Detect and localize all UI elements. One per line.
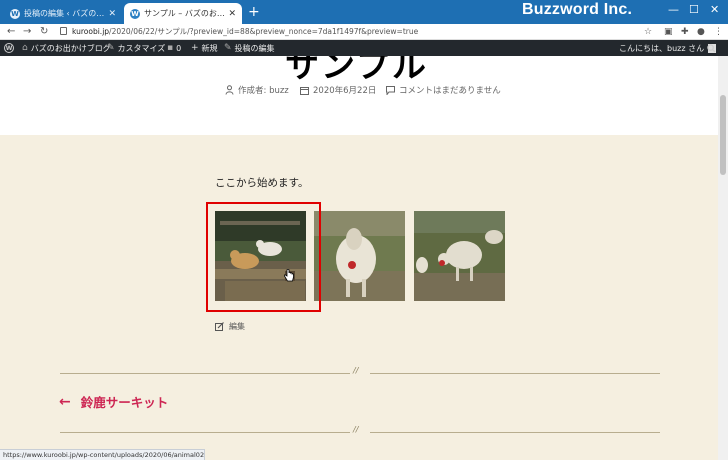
status-bar-url: https://www.kuroobi.jp/wp-content/upload… — [0, 449, 205, 460]
sheep-front-photo — [314, 211, 405, 301]
person-icon — [225, 85, 234, 95]
home-icon: ⌂ — [22, 43, 28, 53]
pencil-icon: ✎ — [224, 43, 232, 53]
comments-link[interactable]: コメントはまだありません — [399, 84, 501, 96]
post-author: 作成者: buzz — [225, 84, 289, 96]
extension-capture-icon[interactable]: ▣ — [664, 26, 673, 38]
close-window-icon[interactable]: ✕ — [710, 3, 719, 16]
profile-icon[interactable]: ● — [697, 26, 705, 38]
greeting-label: こんにちは、buzz さん — [619, 43, 705, 53]
close-tab-icon[interactable]: ✕ — [228, 9, 236, 19]
wordpress-logo-icon: W — [4, 43, 14, 53]
sheep-grazing-photo — [414, 211, 505, 301]
browser-tab-strip: W 投稿の編集 ‹ バズのお出かけブログ ✕ W サンプル – バズのお出かけブ… — [0, 0, 728, 24]
scrollbar-thumb[interactable] — [720, 95, 726, 175]
separator: // — [60, 366, 660, 379]
gallery-image-sheep-front[interactable] — [314, 211, 405, 301]
site-name-label: バズのお出かけブログ — [30, 43, 111, 53]
calendar-icon — [300, 86, 309, 95]
browser-menu-icon[interactable]: ⋮ — [714, 26, 723, 38]
comments-count: 0 — [176, 43, 182, 53]
minimize-icon[interactable]: — — [668, 3, 679, 16]
admin-edit-post[interactable]: ✎ 投稿の編集 — [224, 40, 275, 56]
admin-new[interactable]: + 新規 — [191, 40, 218, 56]
extensions-puzzle-icon[interactable]: ✚ — [681, 26, 689, 38]
tab-edit-post[interactable]: W 投稿の編集 ‹ バズのお出かけブログ ✕ — [4, 3, 122, 24]
wordpress-favicon-icon: W — [10, 8, 20, 19]
hand-cursor-icon — [284, 269, 294, 282]
tab-title: 投稿の編集 ‹ バズのお出かけブログ — [24, 9, 105, 18]
lock-icon — [60, 27, 67, 35]
close-tab-icon[interactable]: ✕ — [108, 9, 116, 19]
bookmark-star-icon[interactable]: ☆ — [644, 26, 652, 38]
edit-label: 編集 — [229, 322, 245, 331]
post-edit-link[interactable]: 編集 — [215, 321, 245, 332]
tab-preview[interactable]: W サンプル – バズのお出かけブログ ✕ — [124, 3, 242, 24]
wordpress-favicon-icon: W — [130, 8, 140, 19]
separator-mark: // — [353, 425, 359, 434]
reload-icon[interactable]: ↻ — [40, 25, 48, 39]
customize-label: カスタマイズ — [117, 43, 166, 53]
admin-search-icon[interactable] — [707, 40, 716, 56]
previous-post-link[interactable]: ← 鈴鹿サーキット — [59, 392, 168, 411]
gallery-image-sheep-grazing[interactable] — [414, 211, 505, 301]
maximize-icon[interactable]: ☐ — [689, 3, 699, 16]
left-arrow-icon: ← — [59, 393, 71, 410]
date-link[interactable]: 2020年6月22日 — [313, 84, 376, 96]
edit-pencil-icon — [215, 322, 224, 331]
edit-post-label: 投稿の編集 — [234, 43, 275, 53]
comment-bubble-icon: ▪ — [167, 43, 174, 53]
post-header: サンプル 作成者: buzz 2020年6月22日 コメントはまだありません — [0, 56, 718, 135]
plus-icon: + — [191, 43, 199, 53]
url-host: kuroobi.jp — [72, 27, 110, 36]
admin-account[interactable]: こんにちは、buzz さん — [619, 40, 717, 56]
brand-watermark: Buzzword Inc. — [522, 1, 633, 18]
browser-toolbar: ← → ↻ kuroobi.jp/2020/06/22/サンプル/?previe… — [0, 24, 728, 40]
selection-highlight — [206, 202, 321, 312]
post-lead-paragraph: ここから始めます。 — [215, 177, 309, 189]
url-path: /2020/06/22/サンプル/?preview_id=88&preview_… — [109, 27, 419, 36]
tab-title: サンプル – バズのお出かけブログ — [144, 9, 225, 18]
post-comments: コメントはまだありません — [386, 84, 501, 96]
wp-logo-menu[interactable]: W — [4, 40, 14, 56]
author-link[interactable]: 作成者: buzz — [238, 84, 289, 96]
post-date: 2020年6月22日 — [300, 84, 376, 96]
separator-mark: // — [353, 366, 359, 375]
brush-icon: ✎ — [107, 43, 115, 53]
address-bar[interactable]: kuroobi.jp/2020/06/22/サンプル/?preview_id=8… — [72, 26, 418, 38]
comment-icon — [386, 85, 395, 95]
admin-customize[interactable]: ✎ カスタマイズ — [107, 40, 165, 56]
admin-site-name[interactable]: ⌂ バズのお出かけブログ — [22, 40, 111, 56]
separator: // — [60, 425, 660, 438]
wp-admin-bar: W ⌂ バズのお出かけブログ ✎ カスタマイズ ▪ 0 + 新規 ✎ 投稿の編集… — [0, 40, 728, 56]
previous-post-title: 鈴鹿サーキット — [80, 395, 169, 410]
admin-comments[interactable]: ▪ 0 — [167, 40, 181, 56]
forward-arrow-icon[interactable]: → — [23, 25, 31, 39]
post-title: サンプル — [285, 56, 428, 86]
new-label: 新規 — [201, 43, 218, 53]
back-arrow-icon[interactable]: ← — [7, 25, 15, 39]
new-tab-plus-icon[interactable]: + — [248, 4, 260, 20]
